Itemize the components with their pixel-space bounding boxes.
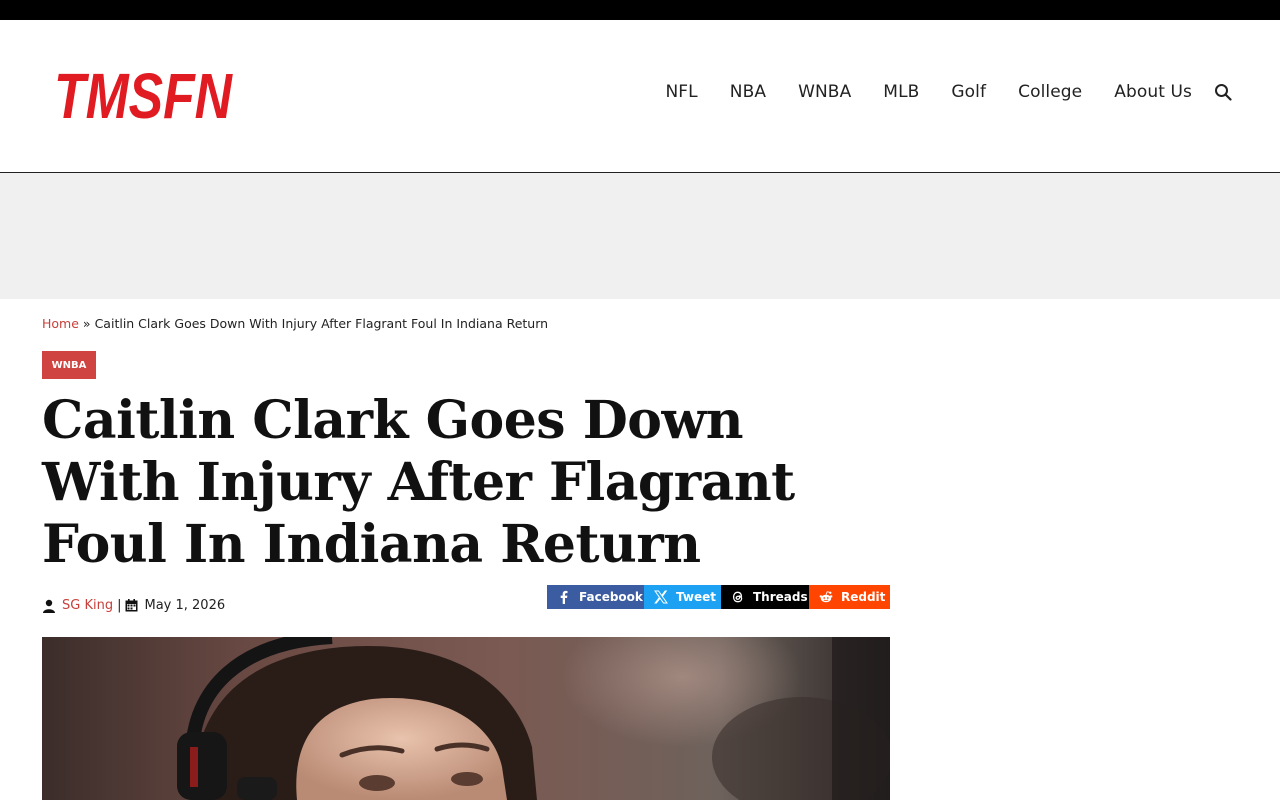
nav-item-wnba[interactable]: WNBA <box>798 82 851 102</box>
share-facebook-label: Facebook <box>579 590 643 604</box>
logo-wordmark: TMSFN <box>54 60 233 128</box>
featured-photo <box>42 637 890 800</box>
main-nav: NFL NBA WNBA MLB Golf College About Us <box>633 82 1232 102</box>
nav-item-nfl[interactable]: NFL <box>665 82 697 102</box>
nav-item-mlb[interactable]: MLB <box>883 82 919 102</box>
threads-icon <box>732 591 743 603</box>
share-buttons: Facebook Tweet Threads Reddit <box>547 585 890 609</box>
site-logo[interactable]: TMSFN <box>52 56 236 132</box>
author-link[interactable]: SG King <box>62 598 113 613</box>
breadcrumb: Home» Caitlin Clark Goes Down With Injury… <box>42 316 548 331</box>
top-bar <box>0 0 1280 20</box>
nav-item-about-us[interactable]: About Us <box>1114 82 1192 102</box>
category-badge[interactable]: WNBA <box>42 351 96 379</box>
article-title: Caitlin Clark Goes Down With Injury Afte… <box>42 390 795 575</box>
article-meta: SG King | May 1, 2026 <box>42 598 225 613</box>
meta-separator: | <box>117 598 122 613</box>
breadcrumb-separator: » <box>82 316 91 331</box>
share-facebook-button[interactable]: Facebook <box>547 585 644 609</box>
breadcrumb-home-link[interactable]: Home <box>42 316 79 331</box>
share-reddit-button[interactable]: Reddit <box>809 585 890 609</box>
nav-item-golf[interactable]: Golf <box>951 82 986 102</box>
facebook-icon <box>560 590 568 604</box>
logo-graphic: TMSFN <box>54 60 233 132</box>
search-icon[interactable] <box>1214 83 1232 101</box>
nav-item-nba[interactable]: NBA <box>730 82 766 102</box>
ad-banner-area <box>0 173 1280 299</box>
user-icon <box>43 599 55 613</box>
share-threads-button[interactable]: Threads <box>721 585 809 609</box>
share-tweet-button[interactable]: Tweet <box>644 585 721 609</box>
breadcrumb-current: Caitlin Clark Goes Down With Injury Afte… <box>94 316 549 331</box>
publish-date: May 1, 2026 <box>144 598 226 613</box>
share-threads-label: Threads <box>753 590 808 604</box>
site-header: TMSFN NFL NBA WNBA MLB Golf College Abou… <box>0 20 1280 173</box>
share-tweet-label: Tweet <box>676 590 716 604</box>
featured-image <box>42 637 890 800</box>
reddit-icon <box>819 591 833 603</box>
nav-item-college[interactable]: College <box>1018 82 1082 102</box>
calendar-icon <box>125 599 138 612</box>
x-icon <box>654 590 668 604</box>
share-reddit-label: Reddit <box>841 590 886 604</box>
